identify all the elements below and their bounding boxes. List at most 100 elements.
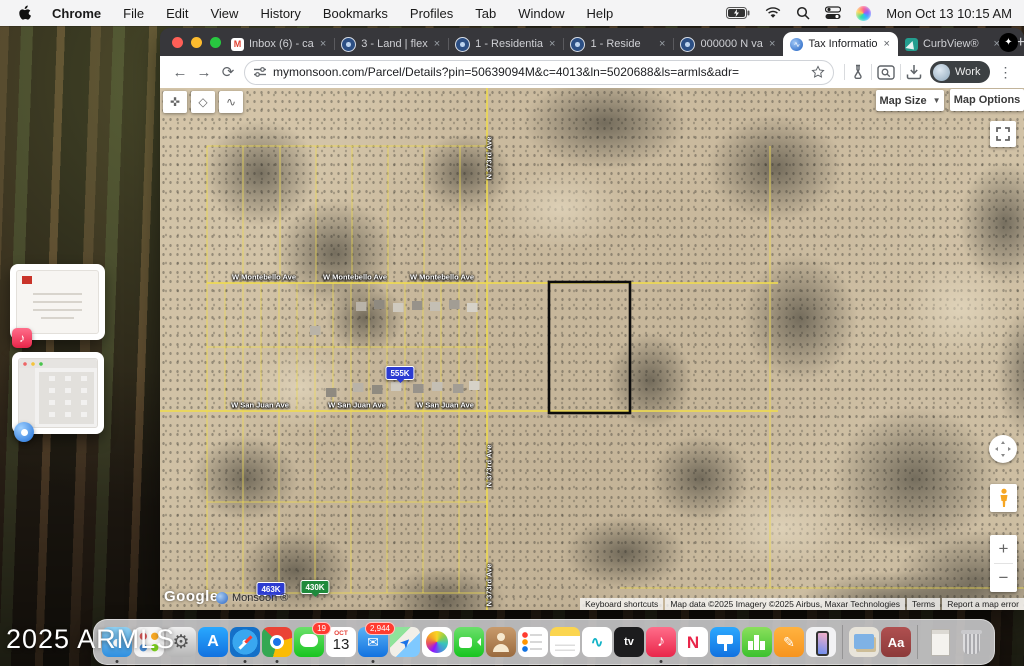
measure-tool-button[interactable]: ∿ [219,91,243,113]
reload-button[interactable]: ⟳ [216,63,240,81]
dock-dictionary-icon[interactable]: Aa [881,627,911,657]
tab-inbox-6-ca[interactable]: MInbox (6) - ca× [224,32,334,56]
price-marker-555k[interactable]: 555K [385,366,414,380]
window-preview-2[interactable] [12,352,104,434]
price-marker-430k[interactable]: 430K [300,580,329,594]
tab-close-icon[interactable]: × [658,38,666,50]
pan-compass-button[interactable] [989,435,1017,463]
tab-curbview-[interactable]: CurbView®× [898,32,1008,56]
minimize-window-button[interactable] [191,37,202,48]
terms-link[interactable]: Terms [907,598,940,610]
map-options-button[interactable]: Map Options [950,89,1024,111]
dock-calendar-icon[interactable]: OCT13 [326,627,356,657]
dock-facetime-icon[interactable] [454,627,484,657]
fullscreen-button[interactable] [990,121,1016,147]
google-logo: Google [164,588,219,605]
menu-help[interactable]: Help [587,6,614,21]
bookmark-star-icon[interactable] [811,65,825,79]
browser-menu-button[interactable]: ⋮ [998,64,1012,81]
dock: ◐⚙A19OCT13✉2,944➤∿tv♪N✎Aa [93,619,995,665]
dock-mail-icon[interactable]: ✉2,944 [358,627,388,657]
site-settings-icon[interactable] [253,66,267,78]
parcel-map[interactable]: W Montebello AveW Montebello AveW Monteb… [160,88,1024,610]
back-button[interactable]: ← [168,64,192,81]
zoom-window-button[interactable] [210,37,221,48]
dock-chrome-icon[interactable] [262,627,292,657]
menu-edit[interactable]: Edit [166,6,188,21]
control-center-icon[interactable] [825,6,841,20]
gmail-favicon: M [231,38,244,51]
dock-safari-icon[interactable] [230,627,260,657]
tab-close-icon[interactable]: × [319,38,327,50]
tab-organize-button[interactable]: ✦ [999,33,1018,52]
flexmls-favicon [341,37,356,52]
tabs: MInbox (6) - ca×3 - Land | flex×1 - Resi… [224,28,1008,56]
dock-downloads-icon[interactable] [849,627,879,657]
downloads-icon[interactable] [906,64,922,80]
tab-1-residentia[interactable]: 1 - Residentia × [448,32,563,56]
map-size-dropdown[interactable]: Map Size▼ [876,90,944,111]
profile-button[interactable]: Work [930,61,990,83]
tab-close-icon[interactable]: × [883,38,891,50]
tab-close-icon[interactable]: × [548,38,556,50]
window-preview-1[interactable]: ♪ [10,264,105,340]
dock-photos-icon[interactable] [422,627,452,657]
dock-maps-icon[interactable]: ➤ [390,627,420,657]
tab-label: 1 - Reside [590,38,653,50]
tab-tax-informatio[interactable]: ∿Tax Informatio× [783,32,898,56]
keyboard-shortcuts-link[interactable]: Keyboard shortcuts [580,598,663,610]
close-window-button[interactable] [172,37,183,48]
pan-tool-button[interactable]: ✜ [163,91,187,113]
tab-3-land-flex[interactable]: 3 - Land | flex× [334,32,448,56]
dock-music-icon[interactable]: ♪ [646,627,676,657]
zoom-in-button[interactable]: + [990,535,1017,563]
zoom-out-button[interactable]: − [990,564,1017,592]
window-controls [172,37,221,48]
dock-pages-icon[interactable]: ✎ [774,627,804,657]
running-indicator-dot [660,660,663,663]
forward-button[interactable]: → [192,64,216,81]
search-icon[interactable] [796,6,810,20]
menu-view[interactable]: View [210,6,238,21]
dock-freeform-icon[interactable]: ∿ [582,627,612,657]
url-text[interactable]: mymonsoon.com/Parcel/Details?pin=5063909… [273,65,805,79]
dock-app-store-icon[interactable]: A [198,627,228,657]
dock-iphone-icon[interactable] [806,627,836,657]
address-bar[interactable]: mymonsoon.com/Parcel/Details?pin=5063909… [244,60,834,85]
menu-bookmarks[interactable]: Bookmarks [323,6,388,21]
polygon-tool-button[interactable]: ◇ [191,91,215,113]
dock-numbers-icon[interactable] [742,627,772,657]
tab-close-icon[interactable]: × [433,38,441,50]
chrome-labs-icon[interactable] [850,64,866,80]
dock-keynote-icon[interactable] [710,627,740,657]
tab-1-reside[interactable]: 1 - Reside × [563,32,673,56]
zoom-control: + − [990,535,1017,592]
siri-icon[interactable] [856,6,871,21]
menu-window[interactable]: Window [518,6,564,21]
tab-label: 1 - Residentia [475,38,543,50]
apple-logo-icon[interactable] [18,5,33,21]
street-view-pegman-button[interactable] [990,484,1017,512]
menu-bar-clock[interactable]: Mon Oct 13 10:15 AM [886,6,1012,21]
dock-trash-icon[interactable] [956,627,986,657]
dock-document-icon[interactable] [924,627,954,657]
lens-search-icon[interactable] [877,65,895,80]
dock-reminders-icon[interactable] [518,627,548,657]
menu-tab[interactable]: Tab [475,6,496,21]
tab-close-icon[interactable]: × [768,38,776,50]
menu-chrome[interactable]: Chrome [52,6,101,21]
dock-appletv-icon[interactable]: tv [614,627,644,657]
menu-history[interactable]: History [260,6,300,21]
tab-000000-n-va[interactable]: 000000 N va× [673,32,783,56]
profile-avatar [933,64,950,81]
dock-notes-icon[interactable] [550,627,580,657]
browser-toolbar: ← → ⟳ mymonsoon.com/Parcel/Details?pin=5… [160,56,1024,89]
menu-profiles[interactable]: Profiles [410,6,453,21]
report-error-link[interactable]: Report a map error [942,598,1024,610]
dock-news-icon[interactable]: N [678,627,708,657]
monsoon-brand: Monsoon ® [216,592,288,604]
dock-messages-icon[interactable]: 19 [294,627,324,657]
menu-file[interactable]: File [123,6,144,21]
dock-separator [842,625,843,659]
dock-contacts-icon[interactable] [486,627,516,657]
